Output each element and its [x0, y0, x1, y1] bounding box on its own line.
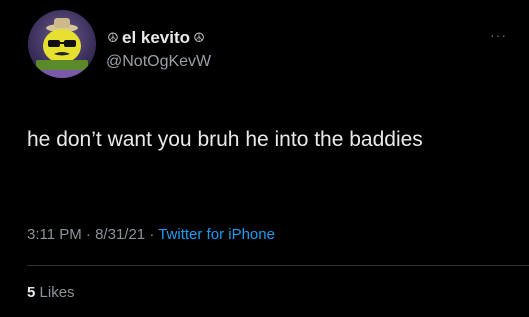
ellipsis-icon[interactable]: ···: [490, 28, 507, 42]
likes-stat[interactable]: 5 Likes: [27, 282, 75, 304]
likes-label: Likes: [39, 284, 75, 301]
tweet-source-link[interactable]: Twitter for iPhone: [158, 226, 275, 243]
tweet-metadata: 3:11 PM · 8/31/21 · Twitter for iPhone: [27, 224, 275, 246]
tweet-text: he don’t want you bruh he into the baddi…: [27, 128, 423, 151]
peace-icon: ☮: [193, 30, 205, 45]
display-name[interactable]: ☮ el kevito ☮: [106, 28, 489, 48]
avatar[interactable]: [28, 10, 96, 78]
likes-count: 5: [27, 284, 36, 301]
avatar-icon: [28, 18, 96, 78]
tweet-header: ☮ el kevito ☮ @NotOgKevW: [106, 28, 489, 72]
display-name-text[interactable]: el kevito: [122, 28, 190, 48]
meta-separator: ·: [85, 226, 91, 243]
tweet-card: ☮ el kevito ☮ @NotOgKevW ··· he don’t wa…: [0, 0, 529, 317]
tweet-date[interactable]: 8/31/21: [95, 226, 145, 243]
meta-separator: ·: [149, 226, 155, 243]
user-handle[interactable]: @NotOgKevW: [106, 52, 489, 72]
peace-icon: ☮: [107, 30, 119, 45]
tweet-time[interactable]: 3:11 PM: [27, 226, 82, 243]
divider: [27, 265, 529, 266]
